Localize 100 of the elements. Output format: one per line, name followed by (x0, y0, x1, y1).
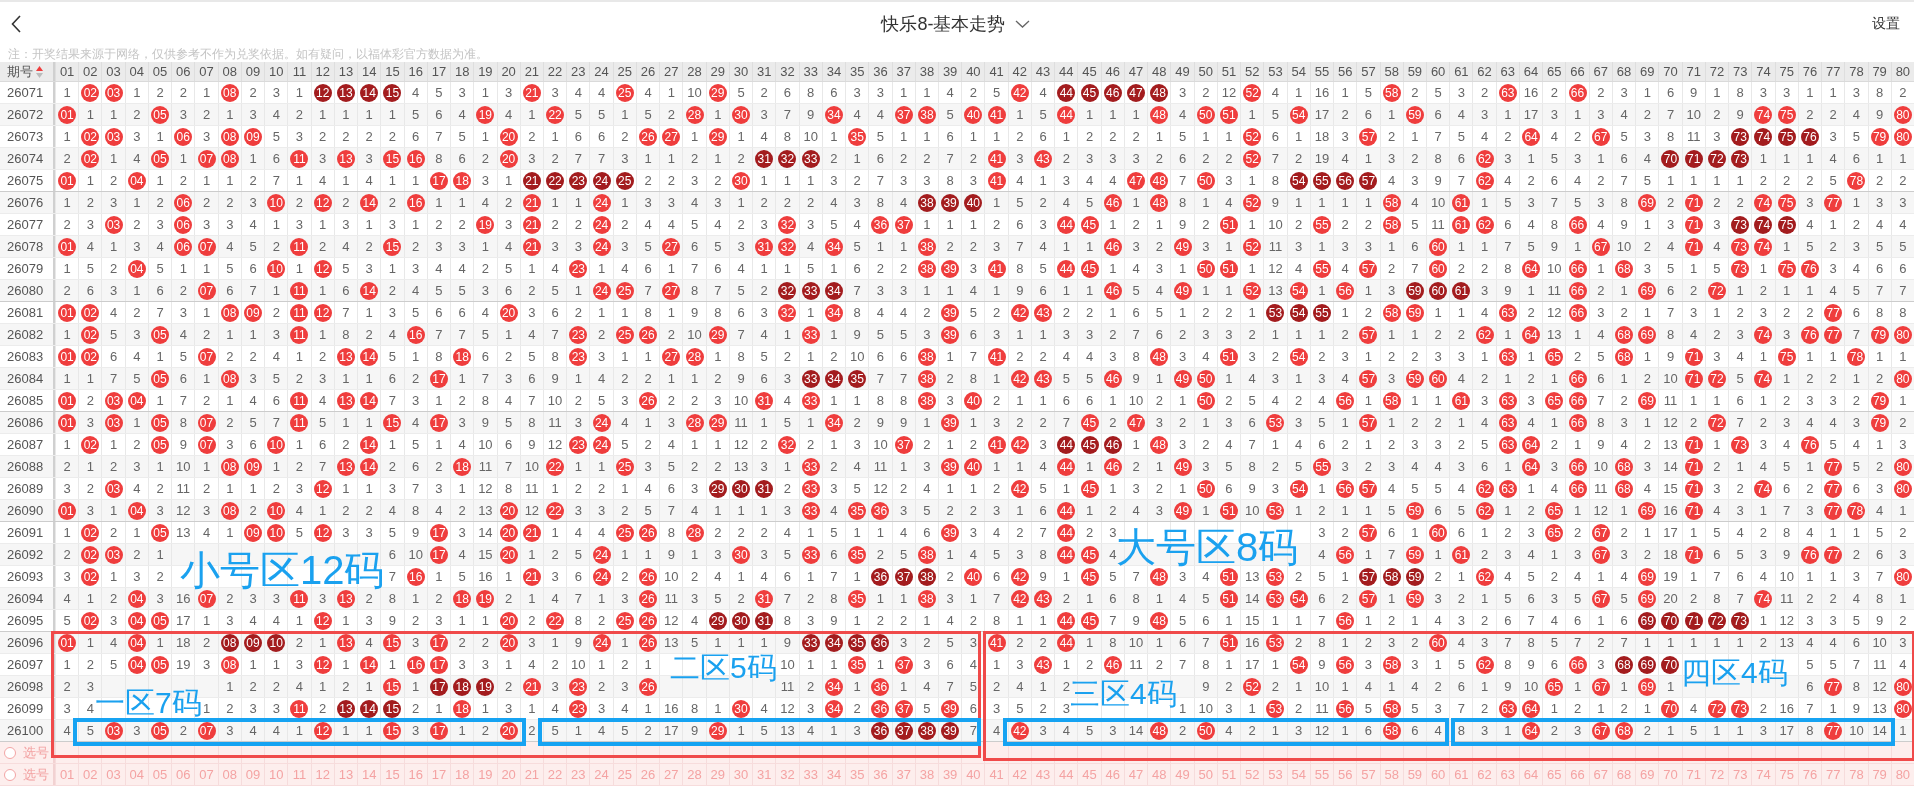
number-option[interactable]: 22 (546, 765, 565, 784)
number-option[interactable]: 20 (499, 765, 518, 784)
title-dropdown[interactable]: 快乐8-基本走势 (881, 12, 1030, 36)
number-ball: 21 (522, 677, 541, 696)
number-option[interactable]: 15 (383, 765, 402, 784)
number-option[interactable]: 04 (127, 765, 146, 784)
back-button[interactable] (11, 15, 21, 33)
number-option[interactable]: 72 (1707, 765, 1726, 784)
miss-count: 3 (574, 415, 582, 430)
number-option[interactable]: 69 (1638, 765, 1657, 784)
number-ball: 42 (1010, 303, 1029, 322)
number-option[interactable]: 46 (1103, 765, 1122, 784)
number-ball: 19 (476, 677, 495, 696)
number-option[interactable]: 44 (1057, 765, 1076, 784)
number-option[interactable]: 02 (81, 765, 100, 784)
number-option[interactable]: 25 (615, 765, 634, 784)
number-option[interactable]: 63 (1498, 765, 1517, 784)
number-option[interactable]: 59 (1405, 765, 1424, 784)
number-option[interactable]: 77 (1824, 765, 1843, 784)
number-ball: 71 (1684, 215, 1703, 234)
number-option[interactable]: 37 (894, 765, 913, 784)
number-option[interactable]: 76 (1800, 765, 1819, 784)
number-option[interactable]: 09 (244, 765, 262, 784)
number-option[interactable]: 75 (1777, 765, 1796, 784)
miss-count: 2 (1806, 591, 1814, 606)
number-option[interactable]: 14 (360, 765, 379, 784)
number-option[interactable]: 26 (639, 765, 658, 784)
number-option[interactable]: 27 (662, 765, 681, 784)
number-option[interactable]: 23 (569, 765, 588, 784)
number-option[interactable]: 16 (406, 765, 425, 784)
number-option[interactable]: 66 (1568, 765, 1587, 784)
number-option[interactable]: 12 (313, 765, 332, 784)
number-option[interactable]: 42 (1010, 765, 1029, 784)
number-option[interactable]: 78 (1847, 765, 1866, 784)
number-option[interactable]: 48 (1150, 765, 1169, 784)
number-option[interactable]: 34 (824, 765, 843, 784)
number-option[interactable]: 03 (104, 765, 123, 784)
number-option[interactable]: 51 (1220, 765, 1238, 784)
number-option[interactable]: 33 (801, 765, 820, 784)
miss-count: 4 (412, 283, 420, 298)
number-option[interactable]: 62 (1475, 765, 1494, 784)
number-option[interactable]: 65 (1545, 765, 1564, 784)
number-option[interactable]: 57 (1359, 765, 1378, 784)
number-option[interactable]: 60 (1429, 765, 1448, 784)
number-option[interactable]: 19 (476, 765, 495, 784)
number-option[interactable]: 11 (290, 765, 309, 784)
miss-count: 2 (1062, 151, 1070, 166)
number-option[interactable]: 01 (58, 765, 77, 784)
number-ball: 11 (290, 281, 309, 300)
number-option[interactable]: 55 (1312, 765, 1331, 784)
radio-button[interactable] (4, 746, 16, 759)
number-option[interactable]: 70 (1661, 765, 1680, 784)
number-option[interactable]: 17 (429, 765, 448, 784)
number-option[interactable]: 39 (941, 765, 960, 784)
number-option[interactable]: 07 (197, 765, 216, 784)
number-option[interactable]: 08 (220, 765, 239, 784)
number-option[interactable]: 21 (522, 765, 541, 784)
number-option[interactable]: 74 (1754, 765, 1773, 784)
miss-count: 8 (1504, 261, 1512, 276)
number-option[interactable]: 47 (1127, 765, 1146, 784)
number-option[interactable]: 06 (174, 765, 193, 784)
number-option[interactable]: 29 (708, 765, 727, 784)
number-option[interactable]: 54 (1289, 765, 1308, 784)
miss-count: 6 (876, 151, 885, 166)
number-option[interactable]: 41 (987, 765, 1006, 784)
number-option[interactable]: 32 (778, 765, 797, 784)
number-option[interactable]: 28 (685, 765, 704, 784)
number-ball: 12 (313, 611, 332, 630)
settings-link[interactable]: 设置 (1872, 15, 1900, 33)
number-option[interactable]: 49 (1173, 765, 1192, 784)
number-option[interactable]: 45 (1080, 765, 1099, 784)
number-option[interactable]: 80 (1893, 765, 1912, 784)
number-option[interactable]: 73 (1731, 765, 1750, 784)
number-option[interactable]: 40 (964, 765, 983, 784)
number-option[interactable]: 36 (871, 765, 890, 784)
number-option[interactable]: 64 (1522, 765, 1541, 784)
number-option[interactable]: 10 (267, 765, 286, 784)
number-option[interactable]: 79 (1870, 765, 1889, 784)
miss-count: 5 (551, 723, 559, 738)
number-option[interactable]: 58 (1382, 765, 1401, 784)
number-option[interactable]: 68 (1615, 765, 1633, 784)
number-option[interactable]: 05 (151, 765, 170, 784)
miss-count: 5 (1411, 217, 1419, 232)
number-option[interactable]: 38 (917, 765, 936, 784)
number-option[interactable]: 53 (1266, 765, 1285, 784)
number-option[interactable]: 43 (1034, 765, 1053, 784)
number-option[interactable]: 56 (1336, 765, 1355, 784)
number-option[interactable]: 24 (592, 765, 611, 784)
number-option[interactable]: 67 (1591, 765, 1610, 784)
number-option[interactable]: 61 (1452, 765, 1471, 784)
number-option[interactable]: 31 (755, 765, 774, 784)
number-option[interactable]: 50 (1196, 765, 1215, 784)
number-option[interactable]: 18 (453, 765, 472, 784)
number-option[interactable]: 52 (1243, 765, 1262, 784)
number-option[interactable]: 71 (1684, 765, 1703, 784)
number-option[interactable]: 35 (848, 765, 867, 784)
radio-button[interactable] (4, 768, 16, 781)
number-option[interactable]: 13 (336, 765, 355, 784)
number-option[interactable]: 30 (732, 765, 750, 784)
miss-count: 10 (408, 547, 423, 562)
